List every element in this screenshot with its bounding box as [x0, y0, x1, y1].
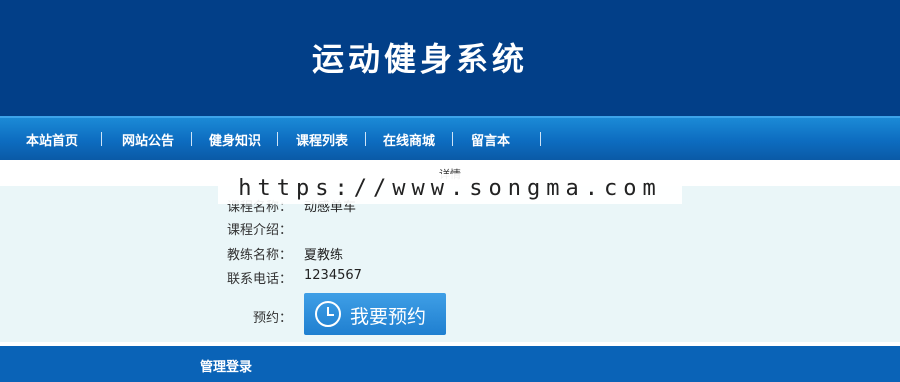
coach-name-label: 教练名称： — [226, 248, 292, 263]
nav-separator — [365, 132, 366, 146]
site-title: 运动健身系统 — [311, 40, 528, 78]
nav-separator — [452, 132, 453, 146]
nav-separator — [191, 132, 192, 146]
main-nav: 本站首页 网站公告 健身知识 课程列表 在线商城 留言本 — [0, 116, 900, 160]
booking-label: 预约： — [252, 311, 292, 326]
page: 运动健身系统 本站首页 网站公告 健身知识 课程列表 在线商城 留言本 详情 课… — [0, 0, 900, 382]
nav-separator — [101, 132, 102, 146]
nav-item-home[interactable]: 本站首页 — [26, 130, 78, 149]
nav-item-guestbook[interactable]: 留言本 — [471, 130, 510, 149]
clock-icon — [315, 301, 341, 327]
footer-bar: 管理登录 — [0, 346, 900, 382]
detail-panel — [0, 186, 900, 342]
nav-item-announcements[interactable]: 网站公告 — [122, 130, 174, 149]
phone-label: 联系电话： — [226, 272, 292, 287]
nav-separator — [277, 132, 278, 146]
nav-item-online-store[interactable]: 在线商城 — [383, 130, 435, 149]
nav-separator — [540, 132, 541, 146]
coach-name-value: 夏教练 — [304, 248, 344, 263]
nav-item-fitness-knowledge[interactable]: 健身知识 — [209, 130, 261, 149]
watermark-overlay: https://www.songma.com — [218, 174, 682, 204]
book-now-button[interactable]: 我要预约 — [304, 293, 446, 335]
nav-item-course-list[interactable]: 课程列表 — [296, 130, 348, 149]
phone-value: 1234567 — [304, 268, 362, 283]
course-intro-label: 课程介绍： — [226, 223, 292, 238]
book-now-label: 我要预约 — [350, 306, 427, 328]
admin-login-link[interactable]: 管理登录 — [200, 356, 252, 375]
header-banner: 运动健身系统 — [0, 0, 900, 116]
